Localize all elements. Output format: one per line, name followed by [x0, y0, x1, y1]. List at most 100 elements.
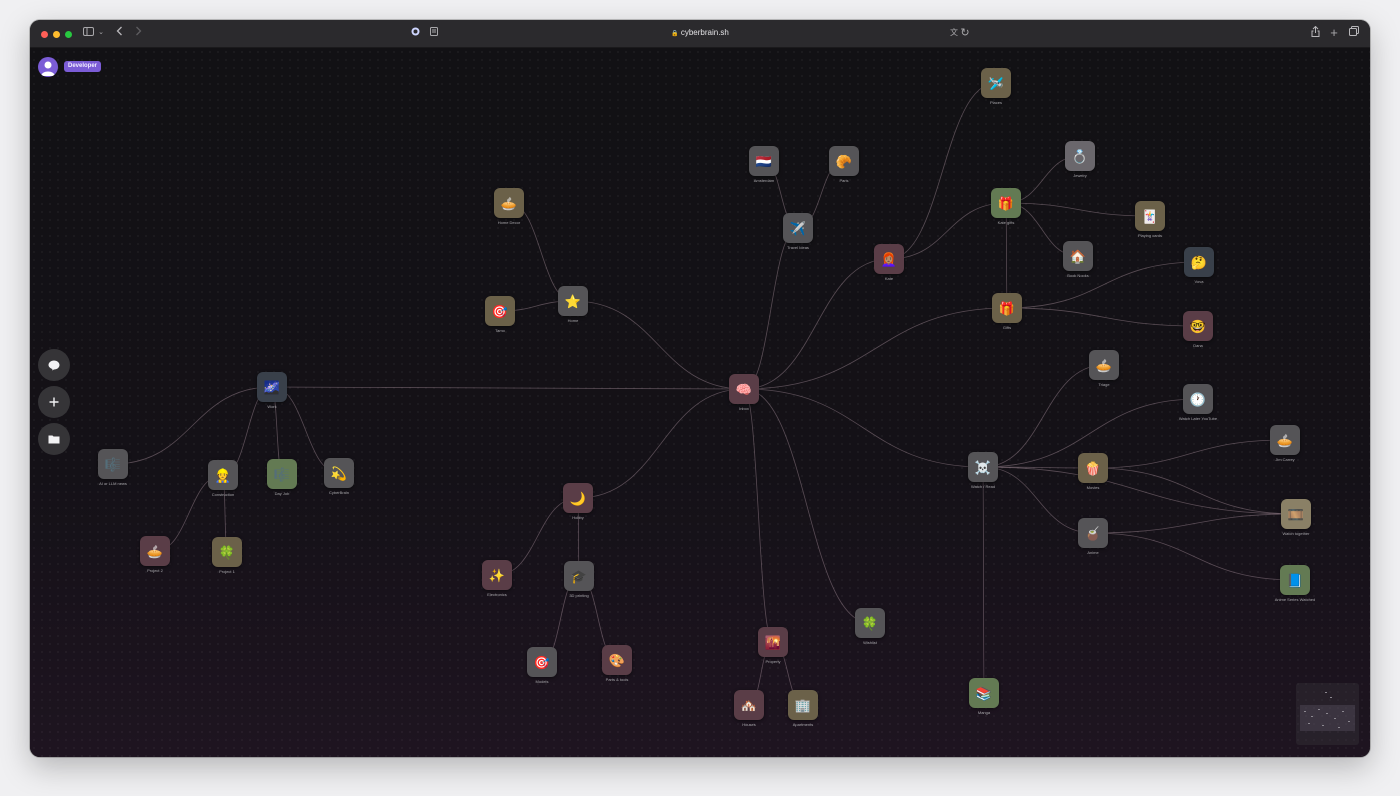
jim-carrey-icon: 🥧: [1276, 432, 1294, 448]
node-models[interactable]: 🎯: [527, 647, 557, 677]
node-parts-tools[interactable]: 🎨: [602, 645, 632, 675]
graph-edge-inbox-work: [271, 386, 745, 390]
node-watch-together[interactable]: 🎞️: [1281, 499, 1311, 529]
node-home[interactable]: ⭐: [558, 286, 588, 316]
node-label: Models: [535, 679, 549, 684]
node-work[interactable]: 🌌: [257, 372, 287, 402]
minimap[interactable]: [1296, 683, 1359, 745]
node-home-decor[interactable]: 🥧: [494, 188, 524, 218]
node-triage[interactable]: 🥧: [1089, 350, 1119, 380]
graph-edge-watch_read-anime: [982, 466, 1094, 534]
lock-icon: 🔒: [671, 31, 679, 37]
graph-edge-inbox-home: [572, 300, 745, 390]
node-gifts[interactable]: 🎁: [992, 293, 1022, 323]
node-manga[interactable]: 📚: [969, 678, 999, 708]
node-playing-cards[interactable]: 🃏: [1135, 201, 1165, 231]
printing-icon: 🎓: [570, 568, 588, 584]
folder-icon: [48, 435, 60, 444]
node-label: Home Decor: [497, 220, 521, 225]
node-label: Property: [765, 659, 781, 664]
node-label: Anime Series Watched: [1274, 597, 1316, 602]
translate-icon[interactable]: 文: [948, 26, 960, 40]
node-wishlist[interactable]: 🍀: [855, 608, 885, 638]
chat-button[interactable]: [38, 349, 70, 381]
graph-edge-kate-kate_gifts: [888, 202, 1007, 260]
graph-edge-gifts-dana: [1006, 307, 1199, 327]
node-paris[interactable]: 🥐: [829, 146, 859, 176]
node-jewelry[interactable]: 💍: [1065, 141, 1095, 171]
node-hobby[interactable]: 🌙: [563, 483, 593, 513]
places-icon: 🛩️: [987, 75, 1005, 91]
home-icon: ⭐: [564, 293, 582, 309]
graph-edge-anime-anime_series: [1092, 532, 1296, 581]
node-watch-read[interactable]: ☠️: [968, 452, 998, 482]
node-vova[interactable]: 🤔: [1184, 247, 1214, 277]
role-badge: Developer: [64, 61, 102, 72]
node-dana[interactable]: 🤓: [1183, 311, 1213, 341]
apartments-icon: 🏢: [794, 697, 812, 713]
new-tab-icon[interactable]: +: [1329, 26, 1339, 40]
share-icon[interactable]: [1310, 25, 1320, 40]
node-apartments[interactable]: 🏢: [788, 690, 818, 720]
node-kate[interactable]: 👩🏽‍🦰: [874, 244, 904, 274]
node-inbox[interactable]: 🧠: [729, 374, 759, 404]
manga-icon: 📚: [975, 685, 993, 701]
reload-icon[interactable]: ↻: [960, 26, 970, 40]
node-anime-series[interactable]: 📘: [1280, 565, 1310, 595]
node-tamo[interactable]: 🎯: [485, 296, 515, 326]
node-label: Paris: [839, 178, 849, 183]
node-movies[interactable]: 🍿: [1078, 453, 1108, 483]
node-watch-later[interactable]: 🕐: [1183, 384, 1213, 414]
node-electronics[interactable]: ✨: [482, 560, 512, 590]
tab-overview-icon[interactable]: [1348, 26, 1360, 40]
node-day-job[interactable]: 🎼: [267, 459, 297, 489]
node-label: Anime: [1087, 550, 1099, 555]
node-printing[interactable]: 🎓: [564, 561, 594, 591]
graph-edge-movies-jim_carrey: [1092, 439, 1286, 469]
avatar[interactable]: [38, 57, 58, 77]
add-node-button[interactable]: [38, 386, 70, 418]
vova-icon: 🤔: [1190, 254, 1208, 270]
kate-icon: 👩🏽‍🦰: [880, 251, 898, 267]
amsterdam-icon: 🇳🇱: [755, 153, 773, 169]
node-label: Watch Later YouTube: [1178, 416, 1218, 421]
node-travel-ideas[interactable]: ✈️: [783, 213, 813, 243]
node-jim-carrey[interactable]: 🥧: [1270, 425, 1300, 455]
node-label: 3D printing: [569, 593, 589, 598]
anime-series-icon: 📘: [1286, 572, 1304, 588]
address-bar[interactable]: 🔒 cyberbrain.sh: [30, 27, 1370, 40]
node-houses[interactable]: 🏘️: [734, 690, 764, 720]
node-project1[interactable]: 🍀: [212, 537, 242, 567]
node-label: Kate gifts: [997, 220, 1015, 225]
parts-tools-icon: 🎨: [608, 652, 626, 668]
inbox-icon: 🧠: [735, 381, 753, 397]
node-book-nooks[interactable]: 🏠: [1063, 241, 1093, 271]
node-label: Watch / Read: [970, 484, 996, 489]
cyberbrain-icon: 💫: [330, 465, 348, 481]
movies-icon: 🍿: [1084, 460, 1102, 476]
graph-edge-kate_gifts-playing_cards: [1005, 202, 1151, 217]
node-places[interactable]: 🛩️: [981, 68, 1011, 98]
node-cyberbrain[interactable]: 💫: [324, 458, 354, 488]
graph-edge-gifts-vova: [1006, 261, 1200, 309]
node-ai-news[interactable]: 🎼: [98, 449, 128, 479]
chat-bubble-icon: [48, 360, 60, 370]
node-label: Jim Carrey: [1275, 457, 1295, 462]
node-project2[interactable]: 🥧: [140, 536, 170, 566]
node-label: Vova: [1194, 279, 1204, 284]
node-amsterdam[interactable]: 🇳🇱: [749, 146, 779, 176]
node-property[interactable]: 🌇: [758, 627, 788, 657]
node-label: Hobby: [572, 515, 584, 520]
watch-read-icon: ☠️: [974, 459, 992, 475]
node-construction[interactable]: 👷: [208, 460, 238, 490]
node-anime[interactable]: 🧉: [1078, 518, 1108, 548]
day-job-icon: 🎼: [273, 466, 291, 482]
paris-icon: 🥐: [835, 153, 853, 169]
folder-button[interactable]: [38, 423, 70, 455]
node-kate-gifts[interactable]: 🎁: [991, 188, 1021, 218]
node-label: AI or LLM news: [99, 481, 127, 486]
work-icon: 🌌: [263, 379, 281, 395]
graph-canvas[interactable]: 🛩️ Places 🇳🇱 Amsterdam 🥐 Paris 🥧 Home Decor ✈️ Tr…: [30, 48, 1370, 757]
node-label: Project 1: [219, 569, 235, 574]
node-label: Book Nooks: [1067, 273, 1089, 278]
